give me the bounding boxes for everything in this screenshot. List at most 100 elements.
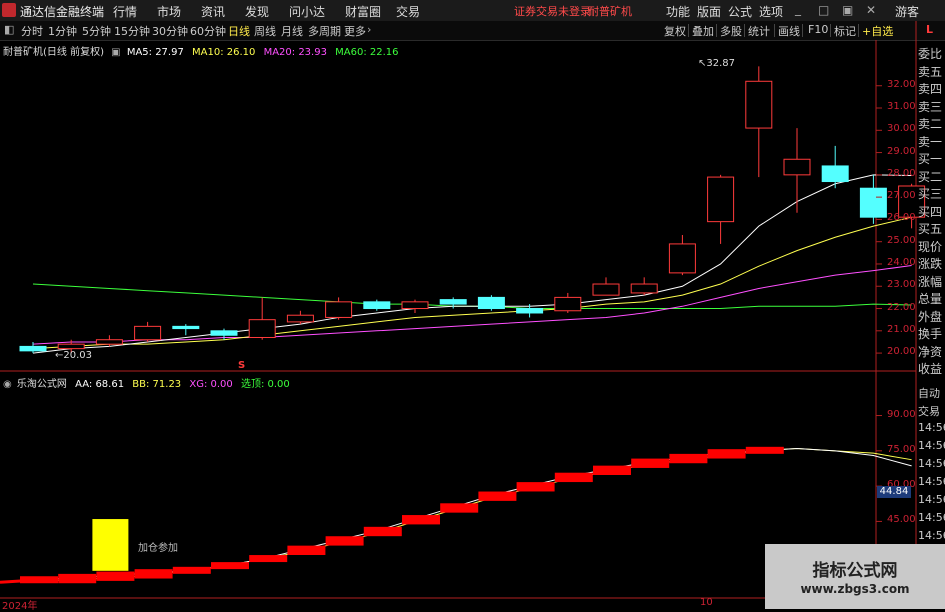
side-panel-trade-item: 交易 bbox=[918, 405, 940, 418]
candle-body bbox=[248, 319, 276, 338]
high-price-label: ↖32.87 bbox=[698, 58, 736, 69]
candle-body bbox=[592, 283, 620, 296]
side-panel-item: 卖五 bbox=[918, 64, 943, 79]
price-tick-label: 24.00 bbox=[887, 256, 916, 268]
price-tick-label: 27.00 bbox=[887, 190, 916, 202]
ma20-line bbox=[32, 265, 912, 345]
signal-bar bbox=[172, 566, 211, 574]
candle-body bbox=[95, 339, 123, 345]
signal-bar bbox=[96, 571, 135, 581]
side-panel-item: 买三 bbox=[918, 187, 943, 201]
price-tick-label: 28.00 bbox=[887, 167, 916, 179]
candle-body bbox=[363, 301, 391, 310]
candle-body bbox=[668, 243, 696, 274]
candle-body bbox=[286, 314, 314, 323]
side-panel-item: 涨幅 bbox=[918, 274, 943, 289]
signal-bar bbox=[249, 555, 288, 563]
price-tick-label: 23.00 bbox=[887, 279, 916, 291]
candle-body bbox=[630, 283, 658, 294]
price-tick-label: 26.00 bbox=[887, 212, 916, 224]
signal-bar bbox=[707, 449, 746, 459]
signal-bar bbox=[516, 482, 555, 492]
date-axis-month: 10 bbox=[700, 597, 713, 608]
side-panel-item: 买五 bbox=[918, 222, 943, 236]
highlight-bar bbox=[92, 519, 129, 571]
side-panel-item: 涨跌 bbox=[918, 257, 943, 271]
signal-bar bbox=[211, 562, 249, 570]
side-panel-item: 卖四 bbox=[918, 82, 943, 96]
candle-body bbox=[401, 301, 429, 310]
candle-body bbox=[134, 325, 162, 341]
side-panel-trade-item: 14:56 bbox=[918, 457, 945, 470]
sub-annotation: 加仓参加 bbox=[138, 543, 178, 554]
price-tick-label: 20.00 bbox=[887, 346, 916, 358]
sub-tick-label: 90.00 bbox=[887, 408, 916, 420]
signal-bar bbox=[593, 465, 631, 475]
candle-body bbox=[325, 301, 353, 318]
watermark-url: www.zbgs3.com bbox=[800, 582, 910, 596]
candle-body bbox=[19, 345, 47, 352]
signal-bar bbox=[287, 545, 326, 555]
side-panel-trade-item: 14:56 bbox=[918, 529, 945, 542]
side-panel-item: 卖三 bbox=[918, 99, 943, 114]
price-tick-label: 22.00 bbox=[887, 301, 916, 313]
side-panel-item: 买一 bbox=[918, 152, 943, 166]
side-panel-trade-item: 14:56 bbox=[918, 475, 945, 488]
sub-tick-label: 45.00 bbox=[887, 514, 916, 526]
signal-bar bbox=[402, 515, 440, 525]
side-panel-trade-item: 14:56 bbox=[918, 511, 945, 524]
price-tick-label: 25.00 bbox=[887, 234, 916, 246]
watermark: 指标公式网 www.zbgs3.com bbox=[765, 544, 945, 609]
candle-body bbox=[172, 325, 200, 330]
signal-bar bbox=[440, 503, 479, 513]
side-panel-item: 现价 bbox=[918, 239, 943, 254]
ma5-line bbox=[32, 174, 912, 354]
price-tick-label: 21.00 bbox=[887, 323, 916, 335]
candle-body bbox=[821, 165, 849, 183]
side-panel-item: 卖二 bbox=[918, 117, 943, 131]
candle-body bbox=[745, 80, 773, 129]
side-panel-trade-item: 自动 bbox=[918, 387, 940, 400]
signal-bar bbox=[478, 491, 517, 501]
candle-body bbox=[516, 308, 544, 314]
candle-body bbox=[707, 176, 735, 223]
ma10-line bbox=[32, 216, 912, 350]
side-panel-item: 收益 bbox=[918, 362, 943, 376]
candle-body bbox=[554, 296, 582, 312]
side-panel-item: 净资 bbox=[918, 344, 943, 359]
signal-bar bbox=[669, 453, 708, 464]
sub-tick-label: 75.00 bbox=[887, 443, 916, 455]
candle-body bbox=[783, 158, 811, 176]
signal-bar bbox=[745, 446, 784, 454]
candle-body bbox=[210, 330, 238, 336]
chart-canvas[interactable] bbox=[0, 0, 945, 609]
side-panel-trade-item: 14:56 bbox=[918, 421, 945, 434]
candle-body bbox=[477, 296, 505, 310]
date-axis-year: 2024年 bbox=[2, 601, 38, 612]
low-price-label: ←20.03 bbox=[55, 350, 93, 361]
price-tick-label: 29.00 bbox=[887, 145, 916, 157]
ma60-line bbox=[32, 283, 912, 310]
side-panel-item: 委比 bbox=[918, 47, 943, 61]
candle-body bbox=[439, 299, 467, 305]
side-panel-trade-item: 14:56 bbox=[918, 439, 945, 452]
sell-marker: S bbox=[238, 360, 246, 371]
price-tick-label: 30.00 bbox=[887, 123, 916, 135]
signal-bar bbox=[20, 576, 58, 584]
side-panel-item: 外盘 bbox=[918, 309, 943, 324]
side-panel-item: 换手 bbox=[918, 327, 943, 341]
side-panel-item: 买四 bbox=[918, 204, 943, 219]
side-panel-trade-item: 14:56 bbox=[918, 493, 945, 506]
side-panel-item: 总量 bbox=[918, 292, 943, 306]
watermark-title: 指标公式网 bbox=[812, 561, 898, 581]
side-panel-item: 买二 bbox=[918, 169, 943, 184]
candle-body bbox=[57, 343, 85, 350]
price-tick-label: 32.00 bbox=[887, 78, 916, 90]
signal-bar bbox=[554, 472, 593, 483]
signal-bar bbox=[363, 526, 402, 537]
side-panel-item: 卖一 bbox=[918, 134, 943, 149]
price-tick-label: 31.00 bbox=[887, 101, 916, 112]
signal-bar bbox=[134, 569, 173, 579]
signal-bar bbox=[58, 573, 97, 584]
signal-bar bbox=[325, 536, 364, 546]
